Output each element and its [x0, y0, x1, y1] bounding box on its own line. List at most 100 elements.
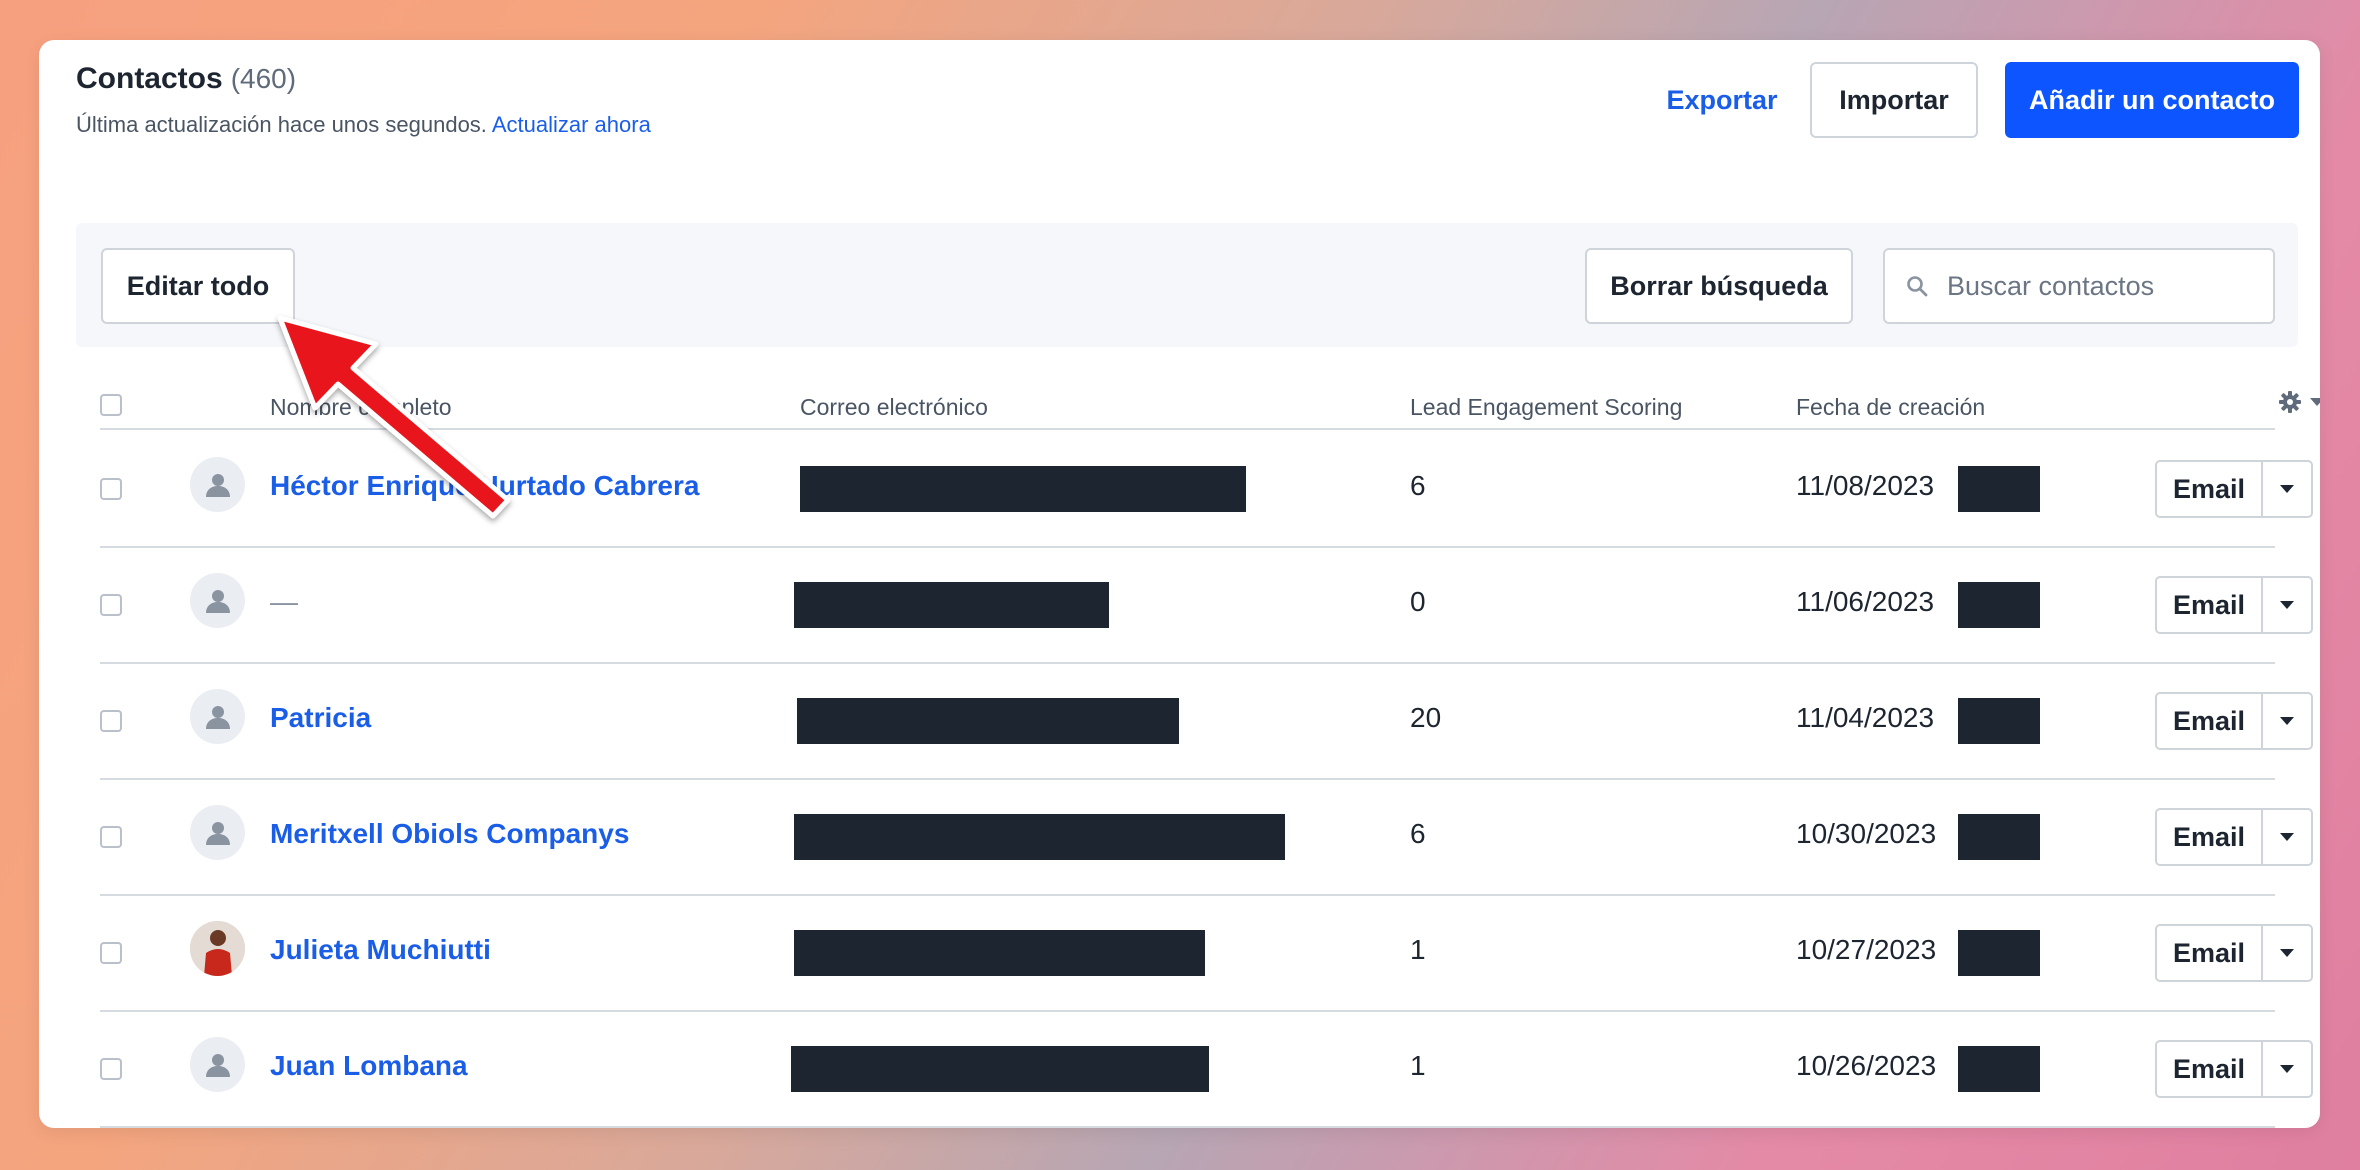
score-value: 20	[1410, 702, 1442, 733]
contact-name-link[interactable]: Julieta Muchiutti	[270, 934, 491, 966]
contact-name-empty: —	[270, 586, 298, 617]
time-redaction	[1958, 582, 2040, 628]
contact-name-link[interactable]: Meritxell Obiols Companys	[270, 818, 629, 850]
table-row[interactable]: Patricia 20 11/04/2023 Email	[100, 664, 2313, 780]
last-updated-label: Última actualización hace unos segundos.	[76, 112, 487, 137]
email-button[interactable]: Email	[2157, 810, 2263, 864]
chevron-down-icon	[2280, 949, 2294, 957]
email-action: Email	[2155, 808, 2313, 866]
chevron-down-icon	[2280, 717, 2294, 725]
email-dropdown-button[interactable]	[2263, 462, 2311, 516]
column-header-email[interactable]: Correo electrónico	[800, 394, 988, 421]
row-checkbox[interactable]	[100, 826, 122, 848]
row-checkbox[interactable]	[100, 710, 122, 732]
last-updated-text: Última actualización hace unos segundos.…	[76, 112, 651, 138]
email-dropdown-button[interactable]	[2263, 694, 2311, 748]
created-date: 10/30/2023	[1796, 818, 1937, 849]
chevron-down-icon	[2310, 398, 2320, 406]
score-value: 6	[1410, 818, 1426, 849]
search-placeholder: Buscar contactos	[1947, 270, 2155, 301]
email-action: Email	[2155, 576, 2313, 634]
page-title-text: Contactos	[76, 62, 223, 95]
email-button[interactable]: Email	[2157, 694, 2263, 748]
column-settings-button[interactable]	[2278, 390, 2320, 414]
avatar	[190, 1037, 245, 1092]
contact-name-link[interactable]: Juan Lombana	[270, 1050, 468, 1082]
table-row[interactable]: — 0 11/06/2023 Email	[100, 548, 2313, 664]
email-button[interactable]: Email	[2157, 462, 2263, 516]
email-redaction	[797, 698, 1179, 744]
table-row[interactable]: Julieta Muchiutti 1 10/27/2023 Email	[100, 896, 2313, 1012]
column-header-created[interactable]: Fecha de creación	[1796, 394, 1985, 421]
created-date: 10/27/2023	[1796, 934, 1937, 965]
chevron-down-icon	[2280, 601, 2294, 609]
email-action: Email	[2155, 924, 2313, 982]
edit-all-button[interactable]: Editar todo	[101, 248, 295, 324]
row-checkbox[interactable]	[100, 594, 122, 616]
email-dropdown-button[interactable]	[2263, 1042, 2311, 1096]
time-redaction	[1958, 698, 2040, 744]
row-checkbox[interactable]	[100, 942, 122, 964]
chevron-down-icon	[2280, 833, 2294, 841]
email-action: Email	[2155, 692, 2313, 750]
email-action: Email	[2155, 1040, 2313, 1098]
score-value: 0	[1410, 586, 1426, 617]
table-header: Nombre completo Correo electrónico Lead …	[100, 380, 2320, 430]
time-redaction	[1958, 814, 2040, 860]
time-redaction	[1958, 466, 2040, 512]
user-placeholder-icon	[205, 705, 230, 729]
gear-icon	[2279, 391, 2301, 413]
chevron-down-icon	[2280, 485, 2294, 493]
column-header-score[interactable]: Lead Engagement Scoring	[1410, 394, 1682, 421]
email-button[interactable]: Email	[2157, 578, 2263, 632]
table-row[interactable]: Héctor Enrique Hurtado Cabrera 6 11/08/2…	[100, 432, 2313, 548]
user-placeholder-icon	[205, 473, 230, 497]
table-row[interactable]: Juan Lombana 1 10/26/2023 Email	[100, 1012, 2313, 1128]
avatar	[190, 573, 245, 628]
avatar	[190, 921, 245, 976]
score-value: 1	[1410, 934, 1426, 965]
search-input[interactable]: Buscar contactos	[1883, 248, 2275, 324]
column-header-name[interactable]: Nombre completo	[270, 394, 452, 421]
user-placeholder-icon	[205, 821, 230, 845]
created-date: 11/06/2023	[1796, 586, 1935, 617]
created-date: 11/08/2023	[1796, 470, 1935, 501]
score-value: 1	[1410, 1050, 1426, 1081]
profile-photo	[190, 921, 245, 976]
user-placeholder-icon	[205, 1053, 230, 1077]
contacts-panel: Contactos (460) Última actualización hac…	[39, 40, 2320, 1128]
email-action: Email	[2155, 460, 2313, 518]
email-redaction	[794, 582, 1109, 628]
avatar	[190, 805, 245, 860]
email-dropdown-button[interactable]	[2263, 578, 2311, 632]
select-all-checkbox[interactable]	[100, 394, 122, 416]
contact-name-link[interactable]: Héctor Enrique Hurtado Cabrera	[270, 470, 699, 502]
refresh-now-link[interactable]: Actualizar ahora	[492, 112, 651, 137]
contact-name-link[interactable]: Patricia	[270, 702, 371, 734]
export-button[interactable]: Exportar	[1642, 62, 1802, 138]
time-redaction	[1958, 1046, 2040, 1092]
row-checkbox[interactable]	[100, 478, 122, 500]
email-button[interactable]: Email	[2157, 1042, 2263, 1096]
email-redaction	[800, 466, 1246, 512]
email-dropdown-button[interactable]	[2263, 926, 2311, 980]
row-checkbox[interactable]	[100, 1058, 122, 1080]
created-date: 10/26/2023	[1796, 1050, 1937, 1081]
user-placeholder-icon	[205, 589, 230, 613]
score-value: 6	[1410, 470, 1426, 501]
search-icon	[1907, 276, 1928, 297]
clear-search-button[interactable]: Borrar búsqueda	[1585, 248, 1853, 324]
contact-count: (460)	[230, 63, 297, 94]
chevron-down-icon	[2280, 1065, 2294, 1073]
created-date: 11/04/2023	[1796, 702, 1935, 733]
add-contact-button[interactable]: Añadir un contacto	[2005, 62, 2299, 138]
avatar	[190, 457, 245, 512]
email-redaction	[794, 814, 1285, 860]
table-row[interactable]: Meritxell Obiols Companys 6 10/30/2023 E…	[100, 780, 2313, 896]
email-redaction	[791, 1046, 1209, 1092]
time-redaction	[1958, 930, 2040, 976]
import-button[interactable]: Importar	[1810, 62, 1978, 138]
email-redaction	[794, 930, 1205, 976]
email-dropdown-button[interactable]	[2263, 810, 2311, 864]
email-button[interactable]: Email	[2157, 926, 2263, 980]
